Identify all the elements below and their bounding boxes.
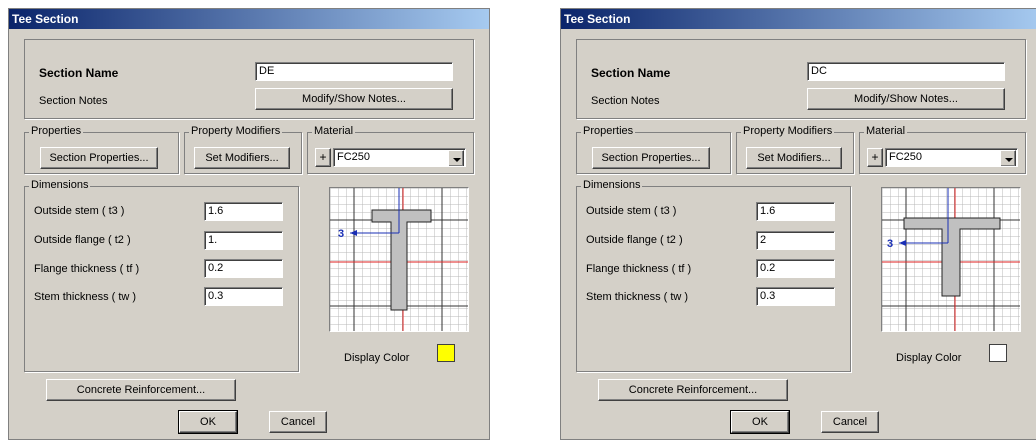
flange-thickness-input[interactable]: 0.2 xyxy=(204,259,283,278)
material-group-label: Material xyxy=(312,125,356,137)
flange-thickness-label: Flange thickness ( tf ) xyxy=(34,263,140,275)
add-material-button[interactable]: + xyxy=(867,148,883,167)
concrete-reinforcement-button[interactable]: Concrete Reinforcement... xyxy=(598,379,788,401)
axis-3-label: 3 xyxy=(338,228,344,240)
section-notes-label: Section Notes xyxy=(591,95,660,107)
dialog-title: Tee Section xyxy=(561,9,1036,29)
section-notes-label: Section Notes xyxy=(39,95,108,107)
ok-button[interactable]: OK xyxy=(730,410,790,434)
stem-thickness-label: Stem thickness ( tw ) xyxy=(34,291,137,303)
section-properties-button[interactable]: Section Properties... xyxy=(40,147,158,169)
dimensions-group-label: Dimensions xyxy=(29,179,91,191)
section-properties-button[interactable]: Section Properties... xyxy=(592,147,710,169)
add-material-button[interactable]: + xyxy=(315,148,331,167)
tee-section-drawing: 3 xyxy=(882,188,1020,331)
section-preview: 3 xyxy=(329,187,469,332)
outside-flange-input[interactable]: 1. xyxy=(204,231,283,250)
outside-flange-label: Outside flange ( t2 ) xyxy=(34,234,131,246)
material-select[interactable]: FC250 xyxy=(885,148,1018,167)
stem-thickness-input[interactable]: 0.3 xyxy=(756,287,835,306)
modify-show-notes-button[interactable]: Modify/Show Notes... xyxy=(255,88,453,110)
axis-3-label: 3 xyxy=(887,238,893,250)
display-color-label: Display Color xyxy=(344,352,410,364)
flange-thickness-input[interactable]: 0.2 xyxy=(756,259,835,278)
outside-stem-label: Outside stem ( t3 ) xyxy=(586,205,677,217)
section-name-label: Section Name xyxy=(591,66,671,80)
set-modifiers-button[interactable]: Set Modifiers... xyxy=(746,147,842,169)
material-value: FC250 xyxy=(337,151,371,163)
display-color-swatch[interactable] xyxy=(989,344,1007,362)
tee-section-drawing: 3 xyxy=(330,188,468,331)
display-color-label: Display Color xyxy=(896,352,962,364)
ok-button[interactable]: OK xyxy=(178,410,238,434)
outside-flange-input[interactable]: 2 xyxy=(756,231,835,250)
display-color-swatch[interactable] xyxy=(437,344,455,362)
set-modifiers-button[interactable]: Set Modifiers... xyxy=(194,147,290,169)
section-name-input[interactable]: DE xyxy=(255,62,453,81)
dialog-title: Tee Section xyxy=(9,9,489,29)
outside-stem-label: Outside stem ( t3 ) xyxy=(34,205,125,217)
modify-show-notes-button[interactable]: Modify/Show Notes... xyxy=(807,88,1005,110)
stem-thickness-input[interactable]: 0.3 xyxy=(204,287,283,306)
property-modifiers-group-label: Property Modifiers xyxy=(741,125,835,137)
dimensions-group-label: Dimensions xyxy=(581,179,643,191)
chevron-down-icon[interactable] xyxy=(1000,150,1016,166)
outside-stem-input[interactable]: 1.6 xyxy=(756,202,835,221)
tee-section-dialog-dc: Tee Section Section Name DC Section Note… xyxy=(560,8,1036,440)
cancel-button[interactable]: Cancel xyxy=(269,411,327,433)
concrete-reinforcement-button[interactable]: Concrete Reinforcement... xyxy=(46,379,236,401)
section-preview: 3 xyxy=(881,187,1021,332)
material-group-label: Material xyxy=(864,125,908,137)
chevron-down-icon[interactable] xyxy=(448,150,464,166)
section-name-label: Section Name xyxy=(39,66,119,80)
property-modifiers-group-label: Property Modifiers xyxy=(189,125,283,137)
cancel-button[interactable]: Cancel xyxy=(821,411,879,433)
properties-group-label: Properties xyxy=(29,125,84,137)
section-name-input[interactable]: DC xyxy=(807,62,1005,81)
flange-thickness-label: Flange thickness ( tf ) xyxy=(586,263,692,275)
outside-flange-label: Outside flange ( t2 ) xyxy=(586,234,683,246)
material-select[interactable]: FC250 xyxy=(333,148,466,167)
material-value: FC250 xyxy=(889,151,923,163)
properties-group-label: Properties xyxy=(581,125,636,137)
outside-stem-input[interactable]: 1.6 xyxy=(204,202,283,221)
tee-section-dialog-de: Tee Section Section Name DE Section Note… xyxy=(8,8,490,440)
stem-thickness-label: Stem thickness ( tw ) xyxy=(586,291,689,303)
